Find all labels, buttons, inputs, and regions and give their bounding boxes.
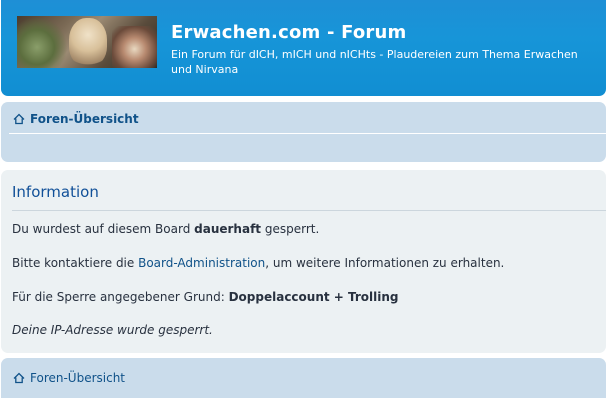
home-icon xyxy=(13,372,25,384)
ban-message: Du wurdest auf diesem Board dauerhaft ge… xyxy=(12,222,319,236)
ban-message-suffix: gesperrt. xyxy=(261,222,320,236)
bottom-navbar: Foren-Übersicht xyxy=(1,358,606,398)
logo-leaf-graphic xyxy=(17,16,67,68)
heading-divider xyxy=(12,210,606,211)
site-description: Ein Forum für dICH, mICH und nICHts - Pl… xyxy=(171,48,578,76)
ban-reason-label: Für die Sperre angegebener Grund: xyxy=(12,290,229,304)
site-logo[interactable] xyxy=(17,16,157,68)
ban-reason-value: Doppelaccount + Trolling xyxy=(228,290,399,304)
site-title[interactable]: Erwachen.com - Forum xyxy=(171,22,406,43)
board-administration-link[interactable]: Board-Administration xyxy=(138,256,265,270)
logo-candle-graphic xyxy=(112,26,157,68)
buddha-logo-image xyxy=(69,18,107,66)
breadcrumb-forum-index-link[interactable]: Foren-Übersicht xyxy=(30,112,139,126)
panel-heading: Information xyxy=(12,183,99,201)
top-navbar: Foren-Übersicht xyxy=(1,102,606,162)
ip-ban-notice: Deine IP-Adresse wurde gesperrt. xyxy=(12,323,213,337)
navbar-divider xyxy=(9,133,606,134)
footer-forum-index-link[interactable]: Foren-Übersicht xyxy=(30,371,125,385)
ban-message-prefix: Du wurdest auf diesem Board xyxy=(12,222,195,236)
ban-reason: Für die Sperre angegebener Grund: Doppel… xyxy=(12,290,399,304)
footer-breadcrumb: Foren-Übersicht xyxy=(13,371,125,385)
ban-duration: dauerhaft xyxy=(194,222,262,236)
breadcrumb: Foren-Übersicht xyxy=(13,112,139,126)
contact-prefix: Bitte kontaktiere die xyxy=(12,256,139,270)
contact-message: Bitte kontaktiere die Board-Administrati… xyxy=(12,256,504,270)
site-header: Erwachen.com - Forum Ein Forum für dICH,… xyxy=(1,0,606,96)
home-icon xyxy=(13,113,25,125)
contact-suffix: , um weitere Informationen zu erhalten. xyxy=(265,256,505,270)
information-panel: Information Du wurdest auf diesem Board … xyxy=(1,170,606,353)
